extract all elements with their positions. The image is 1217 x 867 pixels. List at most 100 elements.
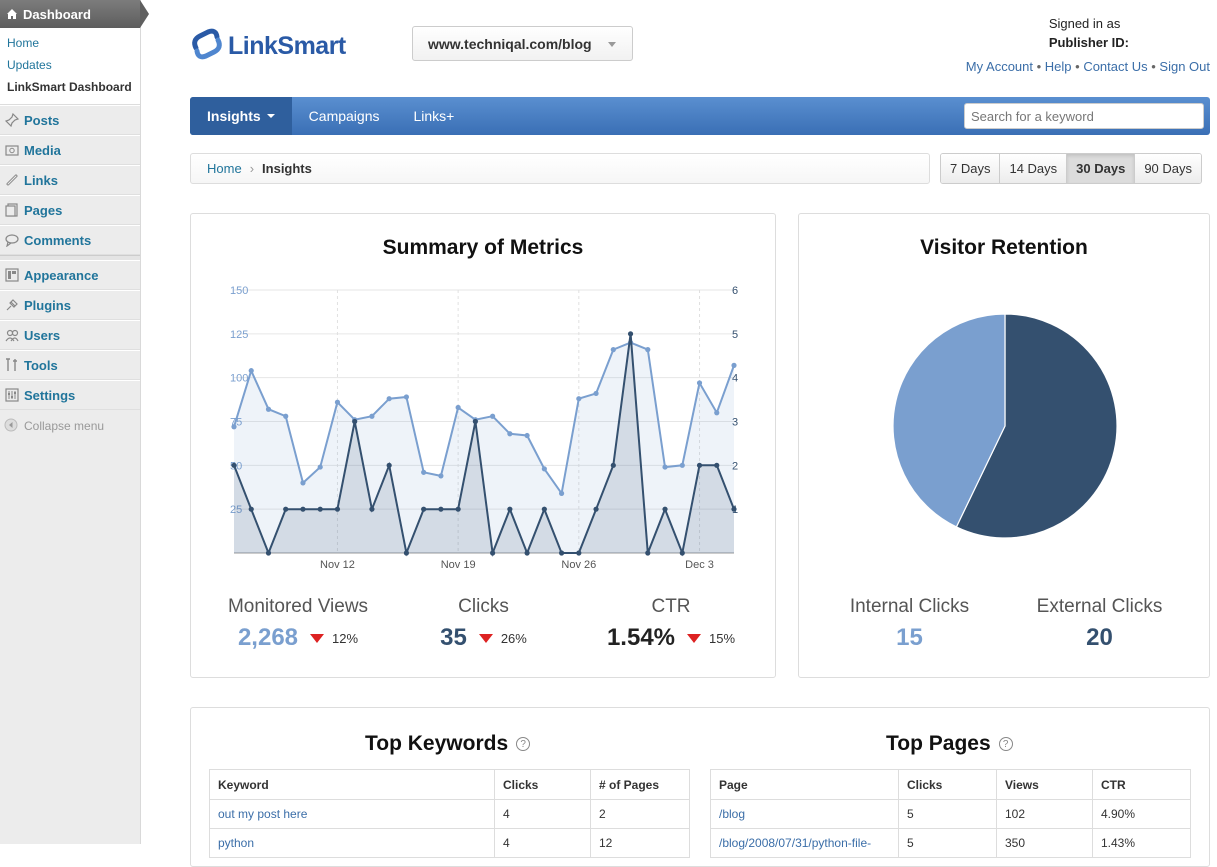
data-point (248, 368, 254, 374)
comment-icon (4, 232, 20, 248)
contact-us-link[interactable]: Contact Us (1083, 59, 1147, 74)
data-point (265, 406, 272, 412)
menu-posts[interactable]: Posts (0, 105, 140, 135)
column-header[interactable]: CTR (1092, 769, 1191, 800)
data-point (507, 506, 513, 512)
plugin-icon (4, 297, 20, 313)
x-tick-label: Dec 3 (685, 559, 714, 571)
top-pages-table: Page Clicks Views CTR /blog 5 102 4.90% … (710, 769, 1191, 858)
table-cell: 1.43% (1092, 828, 1191, 858)
menu-label: Pages (24, 202, 63, 218)
data-point (645, 347, 651, 353)
column-header[interactable]: # of Pages (590, 769, 690, 800)
range-14-days[interactable]: 14 Days (1000, 154, 1068, 183)
submenu-updates[interactable]: Updates (7, 58, 52, 72)
menu-label: Appearance (24, 267, 99, 283)
menu-pages[interactable]: Pages (0, 195, 140, 225)
submenu-home[interactable]: Home (7, 36, 39, 50)
down-arrow-icon (310, 633, 325, 643)
metric-value: 35 (440, 624, 467, 651)
data-point (369, 413, 375, 419)
keyword-link[interactable]: out my post here (209, 799, 495, 829)
sign-out-link[interactable]: Sign Out (1159, 59, 1210, 74)
y-left-tick: 150 (230, 285, 248, 297)
submenu-linksmart-dashboard[interactable]: LinkSmart Dashboard (7, 80, 132, 94)
help-icon[interactable]: ? (998, 737, 1013, 751)
data-point (265, 550, 272, 556)
data-point (455, 506, 461, 512)
column-header[interactable]: Page (710, 769, 899, 800)
top-keywords-heading: Top Keywords ? (365, 732, 531, 756)
data-point (558, 550, 565, 556)
column-header[interactable]: Keyword (209, 769, 495, 800)
internal-clicks-value: 15 (896, 624, 923, 651)
menu-label: Media (24, 142, 61, 158)
menu-plugins[interactable]: Plugins (0, 290, 140, 320)
retention-pie-chart (892, 313, 1118, 539)
retention-title: Visitor Retention (920, 236, 1088, 259)
column-header[interactable]: Views (996, 769, 1093, 800)
data-point (231, 424, 237, 430)
site-select-dropdown[interactable]: www.techniqal.com/blog (412, 26, 633, 61)
keyword-search-input[interactable] (964, 103, 1204, 129)
breadcrumb-home[interactable]: Home (207, 161, 242, 176)
my-account-link[interactable]: My Account (966, 59, 1033, 74)
top-keywords-table: Keyword Clicks # of Pages out my post he… (209, 769, 690, 858)
table-cell: 4.90% (1092, 799, 1191, 829)
metric-label: Monitored Views (227, 596, 369, 617)
menu-settings[interactable]: Settings (0, 380, 140, 410)
menu-comments[interactable]: Comments (0, 225, 140, 255)
data-point (334, 399, 341, 405)
data-point (231, 462, 237, 468)
date-range-selector: 7 Days 14 Days 30 Days 90 Days (940, 153, 1203, 184)
menu-links[interactable]: Links (0, 165, 140, 195)
range-30-days[interactable]: 30 Days (1067, 154, 1136, 183)
menu-users[interactable]: Users (0, 320, 140, 350)
column-header[interactable]: Clicks (494, 769, 591, 800)
data-point (524, 550, 530, 556)
column-header[interactable]: Clicks (898, 769, 997, 800)
dashboard-menu-item[interactable]: Dashboard (0, 0, 149, 28)
keyword-link[interactable]: python (209, 828, 495, 858)
table-cell: 102 (996, 799, 1093, 829)
menu-label: Comments (24, 232, 92, 248)
menu-media[interactable]: Media (0, 135, 140, 165)
table-cell: 5 (898, 828, 997, 858)
data-point (541, 466, 547, 472)
tab-campaigns[interactable]: Campaigns (292, 97, 397, 135)
collapse-label: Collapse menu (24, 419, 105, 433)
data-point (610, 462, 616, 468)
data-point (300, 506, 306, 512)
range-90-days[interactable]: 90 Days (1135, 154, 1202, 183)
menu-label: Posts (24, 112, 60, 128)
menu-label: Tools (24, 357, 58, 373)
chevron-down-icon (266, 114, 275, 118)
signed-in-label: Signed in as (1048, 16, 1121, 31)
data-point (731, 506, 737, 512)
wp-admin-sidebar: Dashboard Home Updates LinkSmart Dashboa… (0, 0, 149, 844)
tab-insights[interactable]: Insights (190, 97, 292, 135)
linksmart-logo[interactable]: LinkSmart (190, 26, 346, 67)
metric-change: 26% (500, 630, 527, 646)
table-cell: 350 (996, 828, 1093, 858)
data-point (662, 464, 668, 470)
metric-value: 1.54% (606, 624, 676, 651)
tab-links-plus[interactable]: Links+ (397, 97, 472, 135)
table-cell: 4 (494, 828, 591, 858)
top-keywords-title: Top Keywords (365, 732, 509, 755)
page-link[interactable]: /blog/2008/07/31/python-file- (710, 828, 899, 858)
range-7-days[interactable]: 7 Days (941, 154, 1001, 183)
chevron-down-icon (608, 42, 616, 47)
collapse-menu-button[interactable]: Collapse menu (0, 410, 140, 434)
menu-appearance[interactable]: Appearance (0, 260, 140, 290)
top-pages-heading: Top Pages ? (886, 732, 1013, 756)
menu-tools[interactable]: Tools (0, 350, 140, 380)
help-icon[interactable]: ? (516, 737, 531, 751)
data-point (679, 462, 685, 468)
menu-label: Plugins (24, 297, 71, 313)
help-link[interactable]: Help (1045, 59, 1072, 74)
data-point (438, 506, 444, 512)
page-link[interactable]: /blog (710, 799, 899, 829)
data-point (507, 431, 513, 437)
pages-icon (4, 202, 20, 218)
